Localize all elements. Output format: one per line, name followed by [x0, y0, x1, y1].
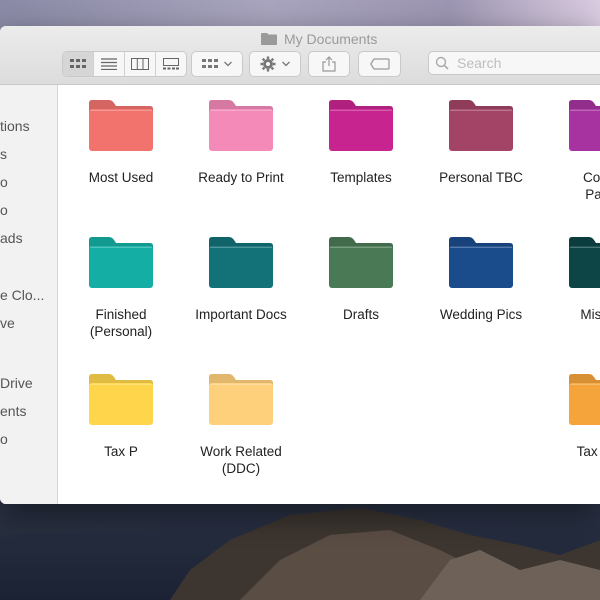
folder-icon: [261, 33, 277, 45]
folder-item[interactable]: Personal TBC: [421, 99, 541, 186]
sidebar-item-creative-cloud[interactable]: e Clo...: [0, 287, 44, 303]
folder-label: Ready to Print: [198, 170, 284, 185]
folder-icon: [209, 237, 273, 288]
folder-grid: Most Used Ready to Print Templates Personal…: [58, 85, 600, 504]
tag-icon: [369, 58, 390, 70]
folder-icon: [209, 374, 273, 425]
folder-label: Personal TBC: [439, 170, 523, 185]
group-menu-button[interactable]: [191, 51, 243, 77]
folder-icon: [449, 100, 513, 151]
folder-label: Tax Pap: [576, 444, 598, 459]
action-menu-inner: [250, 52, 300, 76]
list-icon: [101, 58, 117, 70]
tags-button[interactable]: [358, 51, 401, 77]
folder-icon: [89, 237, 153, 288]
folder-icon: [209, 100, 273, 151]
folder-label: Most Used: [88, 170, 154, 185]
folder-label: Tax P: [104, 444, 138, 459]
folder-icon: [89, 374, 153, 425]
column-view-button[interactable]: [125, 52, 156, 76]
wallpaper-rocks: [0, 508, 600, 600]
finder-window: My Documents Search tions s o o ads e Cl…: [0, 26, 600, 504]
share-inner: [309, 52, 349, 76]
folder-item[interactable]: Ready to Print: [181, 99, 301, 186]
view-switcher: [62, 51, 187, 77]
folder-label: Comp Pape: [582, 170, 600, 202]
folder-icon: [329, 237, 393, 288]
folder-item[interactable]: Comp Pape: [541, 99, 600, 203]
search-input[interactable]: [455, 54, 600, 72]
folder-item[interactable]: Drafts: [301, 236, 421, 323]
gear-icon: [260, 56, 276, 72]
folder-label: Finished (Personal): [89, 307, 153, 339]
folder-item[interactable]: Tax Pap: [541, 373, 600, 460]
folder-item[interactable]: Most Used: [61, 99, 181, 186]
gallery-icon: [163, 58, 179, 70]
sidebar-item-desktop-icloud[interactable]: o: [0, 431, 8, 447]
window-title: My Documents: [260, 29, 377, 49]
grid-icon: [70, 59, 86, 68]
folder-label: Miscell: [580, 307, 600, 322]
columns-icon: [131, 58, 149, 70]
folder-item[interactable]: Important Docs: [181, 236, 301, 323]
search-icon: [435, 56, 449, 70]
folder-label: Templates: [330, 170, 392, 185]
sidebar-item-downloads[interactable]: ads: [0, 230, 23, 246]
sidebar-item-documents[interactable]: s: [0, 146, 7, 162]
icon-view-button[interactable]: [63, 52, 94, 76]
sidebar-item-dropbox[interactable]: o: [0, 202, 8, 218]
folder-icon: [89, 100, 153, 151]
folder-item[interactable]: Wedding Pics: [421, 236, 541, 323]
sidebar-item-applications[interactable]: tions: [0, 118, 30, 134]
folder-icon: [569, 100, 600, 151]
folder-label: Work Related (DDC): [200, 444, 282, 476]
sidebar-item-desktop[interactable]: o: [0, 174, 8, 190]
window-title-text: My Documents: [284, 31, 378, 47]
folder-item[interactable]: Tax P: [61, 373, 181, 460]
folder-label: Important Docs: [195, 307, 287, 322]
chevron-down-icon: [282, 61, 290, 67]
folder-icon: [569, 237, 600, 288]
folder-label: Wedding Pics: [439, 307, 523, 322]
folder-label: Drafts: [342, 307, 379, 322]
sidebar: tions s o o ads e Clo... ve Drive ents o: [0, 85, 58, 504]
action-menu-button[interactable]: [249, 51, 301, 77]
share-button[interactable]: [308, 51, 350, 77]
gallery-view-button[interactable]: [156, 52, 186, 76]
folder-item[interactable]: Templates: [301, 99, 421, 186]
list-view-button[interactable]: [94, 52, 125, 76]
folder-item[interactable]: Work Related (DDC): [181, 373, 301, 477]
group-menu-inner: [192, 52, 242, 76]
sidebar-item-documents-icloud[interactable]: ents: [0, 403, 26, 419]
grid-icon: [202, 59, 218, 68]
folder-icon: [449, 237, 513, 288]
titlebar: My Documents: [0, 26, 600, 85]
folder-icon: [569, 374, 600, 425]
folder-icon: [329, 100, 393, 151]
sidebar-item-icloud-drive[interactable]: Drive: [0, 375, 33, 391]
tags-inner: [359, 52, 400, 76]
share-icon: [322, 56, 336, 72]
search-field[interactable]: [428, 51, 600, 75]
folder-item[interactable]: Miscell: [541, 236, 600, 323]
sidebar-item-drive[interactable]: ve: [0, 315, 15, 331]
folder-item[interactable]: Finished (Personal): [61, 236, 181, 340]
chevron-down-icon: [224, 61, 232, 67]
